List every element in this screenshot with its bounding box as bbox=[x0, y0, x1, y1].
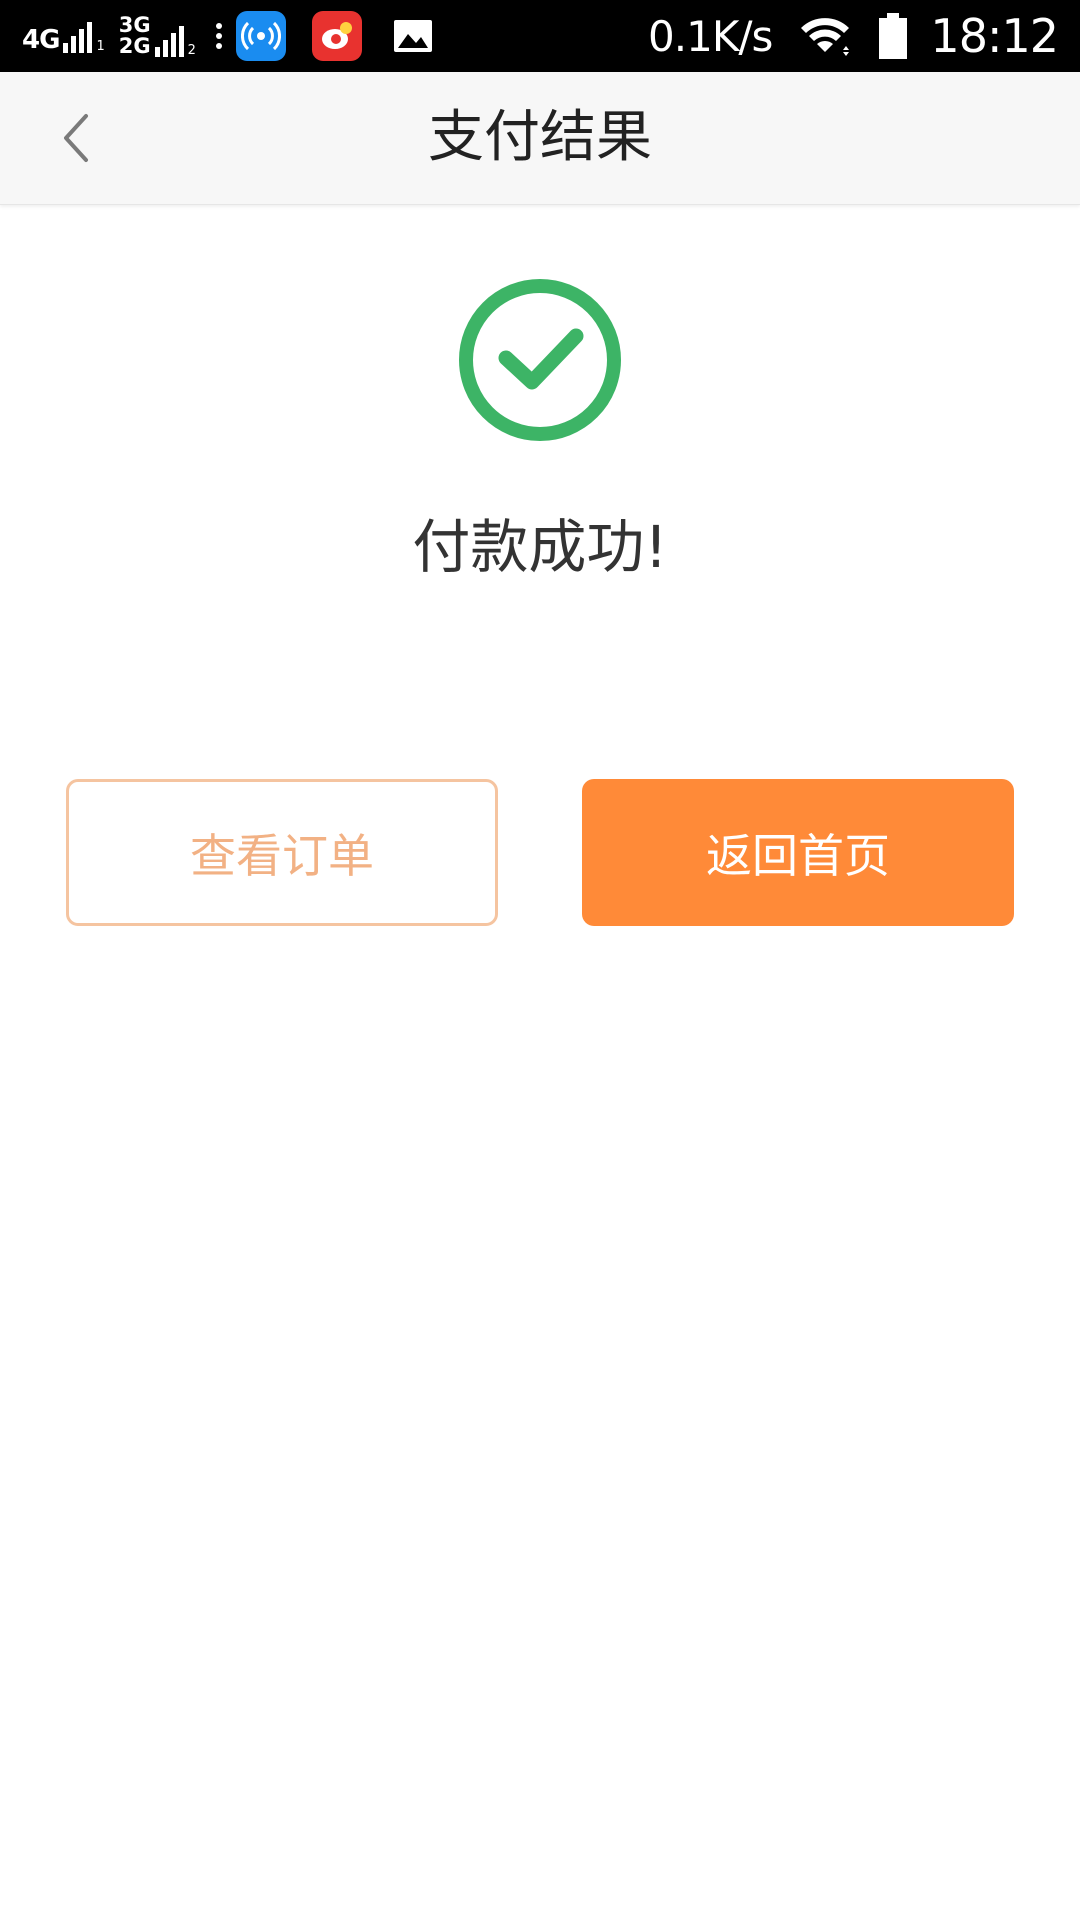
network-type-2: 3G 2G bbox=[119, 15, 151, 57]
signal-bars-icon bbox=[154, 23, 187, 57]
page-title: 支付结果 bbox=[428, 105, 652, 170]
sim-number-2: 2 bbox=[187, 43, 196, 58]
battery-icon bbox=[878, 13, 908, 59]
sim-number-1: 1 bbox=[96, 39, 105, 54]
network-type-2-bottom: 2G bbox=[118, 34, 151, 58]
status-bar: 4G 1 3G 2G 2 0.1K/s 18:12 bbox=[0, 0, 1080, 72]
back-home-button[interactable]: 返回首页 bbox=[582, 779, 1014, 926]
more-dots-icon bbox=[215, 21, 222, 51]
status-bar-right: 0.1K/s 18:12 bbox=[648, 0, 1059, 72]
status-bar-left: 4G 1 3G 2G 2 bbox=[22, 0, 464, 72]
wifi-icon bbox=[798, 14, 852, 58]
payment-success-message: 付款成功! bbox=[412, 513, 668, 581]
network-type-2-top: 3G bbox=[118, 13, 151, 37]
title-bar: 支付结果 bbox=[0, 72, 1080, 205]
back-arrow-icon bbox=[64, 114, 88, 162]
clock: 18:12 bbox=[930, 9, 1059, 63]
network-type-1: 4G bbox=[22, 25, 60, 55]
signal-sim1: 4G 1 bbox=[22, 19, 105, 53]
signal-bars-icon bbox=[63, 19, 95, 53]
signal-sim2: 3G 2G 2 bbox=[119, 15, 196, 57]
wifi-key-app-icon bbox=[235, 11, 286, 61]
success-check-icon bbox=[459, 279, 621, 441]
network-speed: 0.1K/s bbox=[648, 11, 773, 61]
gallery-icon bbox=[388, 11, 438, 61]
back-button[interactable] bbox=[40, 102, 112, 174]
view-order-button[interactable]: 查看订单 bbox=[66, 779, 498, 926]
weibo-app-icon bbox=[311, 11, 362, 61]
